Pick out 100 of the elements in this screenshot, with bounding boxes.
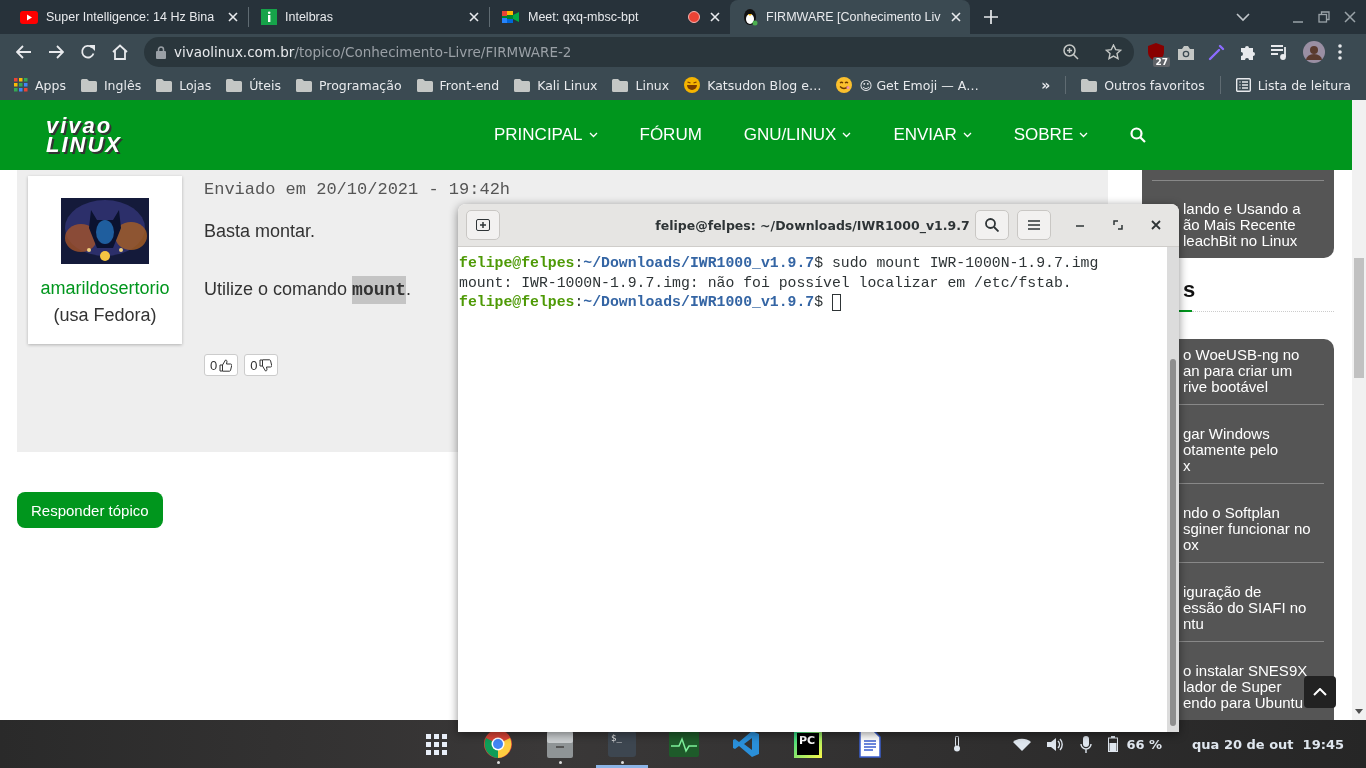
browser-tab[interactable]: Super Intelligence: 14 Hz Bina <box>8 0 248 34</box>
nav-link[interactable]: GNU/LINUX <box>743 125 837 145</box>
profile-avatar-icon[interactable] <box>1303 41 1325 63</box>
bookmark-link[interactable]: ☺ Get Emoji — A… <box>859 77 979 93</box>
thumbs-down-icon <box>259 358 273 372</box>
search-button[interactable] <box>975 210 1009 240</box>
back-to-top-button[interactable] <box>1304 676 1336 708</box>
bookmark-link[interactable]: Kali Linux <box>537 77 598 93</box>
close-icon[interactable] <box>467 10 481 24</box>
article-link[interactable]: ndo o Softplan sginer funcionar no ox <box>1183 505 1311 553</box>
battery-icon[interactable] <box>1108 736 1119 752</box>
terminal-line: mount: IWR-1000N-1.9.7.img: não foi possível localizar em /etc/fstab. <box>459 273 1072 293</box>
bookmark-link[interactable]: Outros favoritos <box>1104 77 1205 93</box>
nav-link[interactable]: FÓRUM <box>639 125 702 145</box>
scrollbar-thumb[interactable] <box>1170 359 1176 726</box>
play-icon <box>20 10 38 24</box>
terminal-line: felipe@felpes:~/Downloads/IWR1000_v1.9.7$ sudo mount IWR-1000N-1.9.7.img <box>459 254 1099 273</box>
scrollbar[interactable] <box>1352 100 1366 720</box>
browser-tab[interactable]: FIRMWARE [Conhecimento Liv <box>730 0 970 34</box>
ide-app-icon[interactable]: PC <box>794 730 822 758</box>
forward-icon[interactable] <box>48 45 64 59</box>
apps-grid-icon <box>14 78 28 92</box>
article-link[interactable]: gar Windows otamente pelo x <box>1183 426 1279 474</box>
document-icon[interactable] <box>859 730 881 758</box>
scrollbar-thumb[interactable] <box>1354 258 1364 378</box>
nav-link[interactable]: PRINCIPAL <box>494 125 583 145</box>
thermometer-icon[interactable] <box>953 736 962 752</box>
more-bookmarks-button[interactable]: » <box>1041 77 1051 93</box>
post-text: Utilize o comando mount. <box>204 278 412 301</box>
author-name[interactable]: amarildosertorio <box>40 278 170 299</box>
dislike-button[interactable]: 0 <box>244 354 279 376</box>
more-menu-icon[interactable] <box>1338 44 1342 60</box>
close-icon[interactable] <box>948 10 963 24</box>
bookmark-link[interactable]: Katsudon Blog e… <box>707 77 822 93</box>
article-link[interactable]: o WoeUSB-ng no an para criar um rive bootável <box>1183 347 1300 395</box>
post-date: Enviado em 20/10/2021 - 19:42h <box>204 180 511 199</box>
puzzle-icon[interactable] <box>1239 43 1257 61</box>
file-cabinet-icon[interactable] <box>546 730 574 758</box>
reload-icon[interactable] <box>80 44 96 60</box>
clock[interactable]: qua 20 de out 19:45 <box>1192 736 1344 752</box>
folder-icon <box>156 78 173 92</box>
site-logo[interactable]: vivao LINUX <box>46 116 144 154</box>
menu-button[interactable] <box>1017 210 1051 240</box>
address-bar[interactable]: vivaolinux.com.br/topico/Conhecimento-Livre/FIRMWARE-2 <box>144 37 1134 67</box>
activity-monitor-icon[interactable] <box>669 731 699 757</box>
home-icon[interactable] <box>111 44 129 60</box>
nav-link[interactable]: SOBRE <box>1013 125 1074 145</box>
star-icon[interactable] <box>1105 44 1122 60</box>
penguin-icon <box>742 8 758 26</box>
terminal-app-icon[interactable]: $_ <box>608 731 636 757</box>
laughing-face-icon <box>684 77 701 93</box>
article-link[interactable]: iguração de essão do SIAFI no ntu <box>1183 584 1307 632</box>
restore-icon[interactable] <box>1318 11 1330 23</box>
close-icon[interactable] <box>708 10 722 24</box>
nav-link[interactable]: ENVIAR <box>893 125 957 145</box>
browser-tab[interactable]: Intelbras <box>249 0 489 34</box>
bookmark-link[interactable]: Programação <box>318 77 402 93</box>
chevron-down-icon[interactable] <box>962 132 972 138</box>
code-editor-icon[interactable] <box>732 730 760 758</box>
back-icon[interactable] <box>16 45 32 59</box>
close-icon[interactable] <box>1344 11 1356 23</box>
chevron-down-icon[interactable] <box>588 132 598 138</box>
zoom-icon[interactable] <box>1063 44 1079 60</box>
folder-icon <box>1081 78 1098 92</box>
terminal-line: felipe@felpes:~/Downloads/IWR1000_v1.9.7$ <box>459 293 824 312</box>
search-icon[interactable] <box>1130 127 1147 143</box>
bookmark-link[interactable]: Front-end <box>439 77 500 93</box>
browser-tab[interactable]: Meet: qxq-mbsc-bpt <box>490 0 730 34</box>
microphone-icon[interactable] <box>1080 735 1093 753</box>
new-tab-button[interactable] <box>466 210 500 240</box>
chevron-down-icon[interactable] <box>842 132 852 138</box>
wifi-icon[interactable] <box>1013 737 1032 751</box>
bookmark-link[interactable]: Lojas <box>179 77 212 93</box>
article-link[interactable]: lando e Usando a ão Mais Recente leachBit no Linux <box>1183 201 1301 249</box>
camera-icon[interactable] <box>1177 44 1195 60</box>
new-tab-icon[interactable] <box>984 10 998 24</box>
volume-icon[interactable] <box>1047 736 1065 752</box>
bookmark-link[interactable]: Inglês <box>103 77 142 93</box>
bookmark-link[interactable]: Apps <box>35 77 66 93</box>
bookmark-link[interactable]: Lista de leitura <box>1257 77 1351 93</box>
battery-percentage: 66 % <box>1126 736 1163 752</box>
bookmark-link[interactable]: Úteis <box>249 77 281 93</box>
author-distro: (usa Fedora) <box>53 305 157 326</box>
scroll-down-icon[interactable] <box>1355 709 1363 714</box>
maximize-icon[interactable] <box>1113 220 1123 230</box>
scrollbar[interactable] <box>1167 247 1179 732</box>
browser-icon[interactable] <box>484 730 512 758</box>
bookmark-link[interactable]: Linux <box>635 77 670 93</box>
chevron-up-icon <box>1313 688 1327 696</box>
eyedropper-icon[interactable] <box>1208 43 1226 61</box>
close-icon[interactable] <box>1151 220 1161 230</box>
like-button[interactable]: 0 <box>204 354 239 376</box>
app-grid-icon[interactable] <box>425 733 447 755</box>
article-link[interactable]: o instalar SNES9X lador de Super endo para Ubuntu <box>1183 663 1308 711</box>
folder-icon <box>416 78 433 92</box>
extension-badge: 27 <box>1153 57 1170 67</box>
reply-button[interactable]: Responder tópico <box>17 492 163 528</box>
chevron-down-icon[interactable] <box>1079 132 1089 138</box>
close-icon[interactable] <box>226 10 240 24</box>
thumbs-up-icon <box>219 358 233 372</box>
